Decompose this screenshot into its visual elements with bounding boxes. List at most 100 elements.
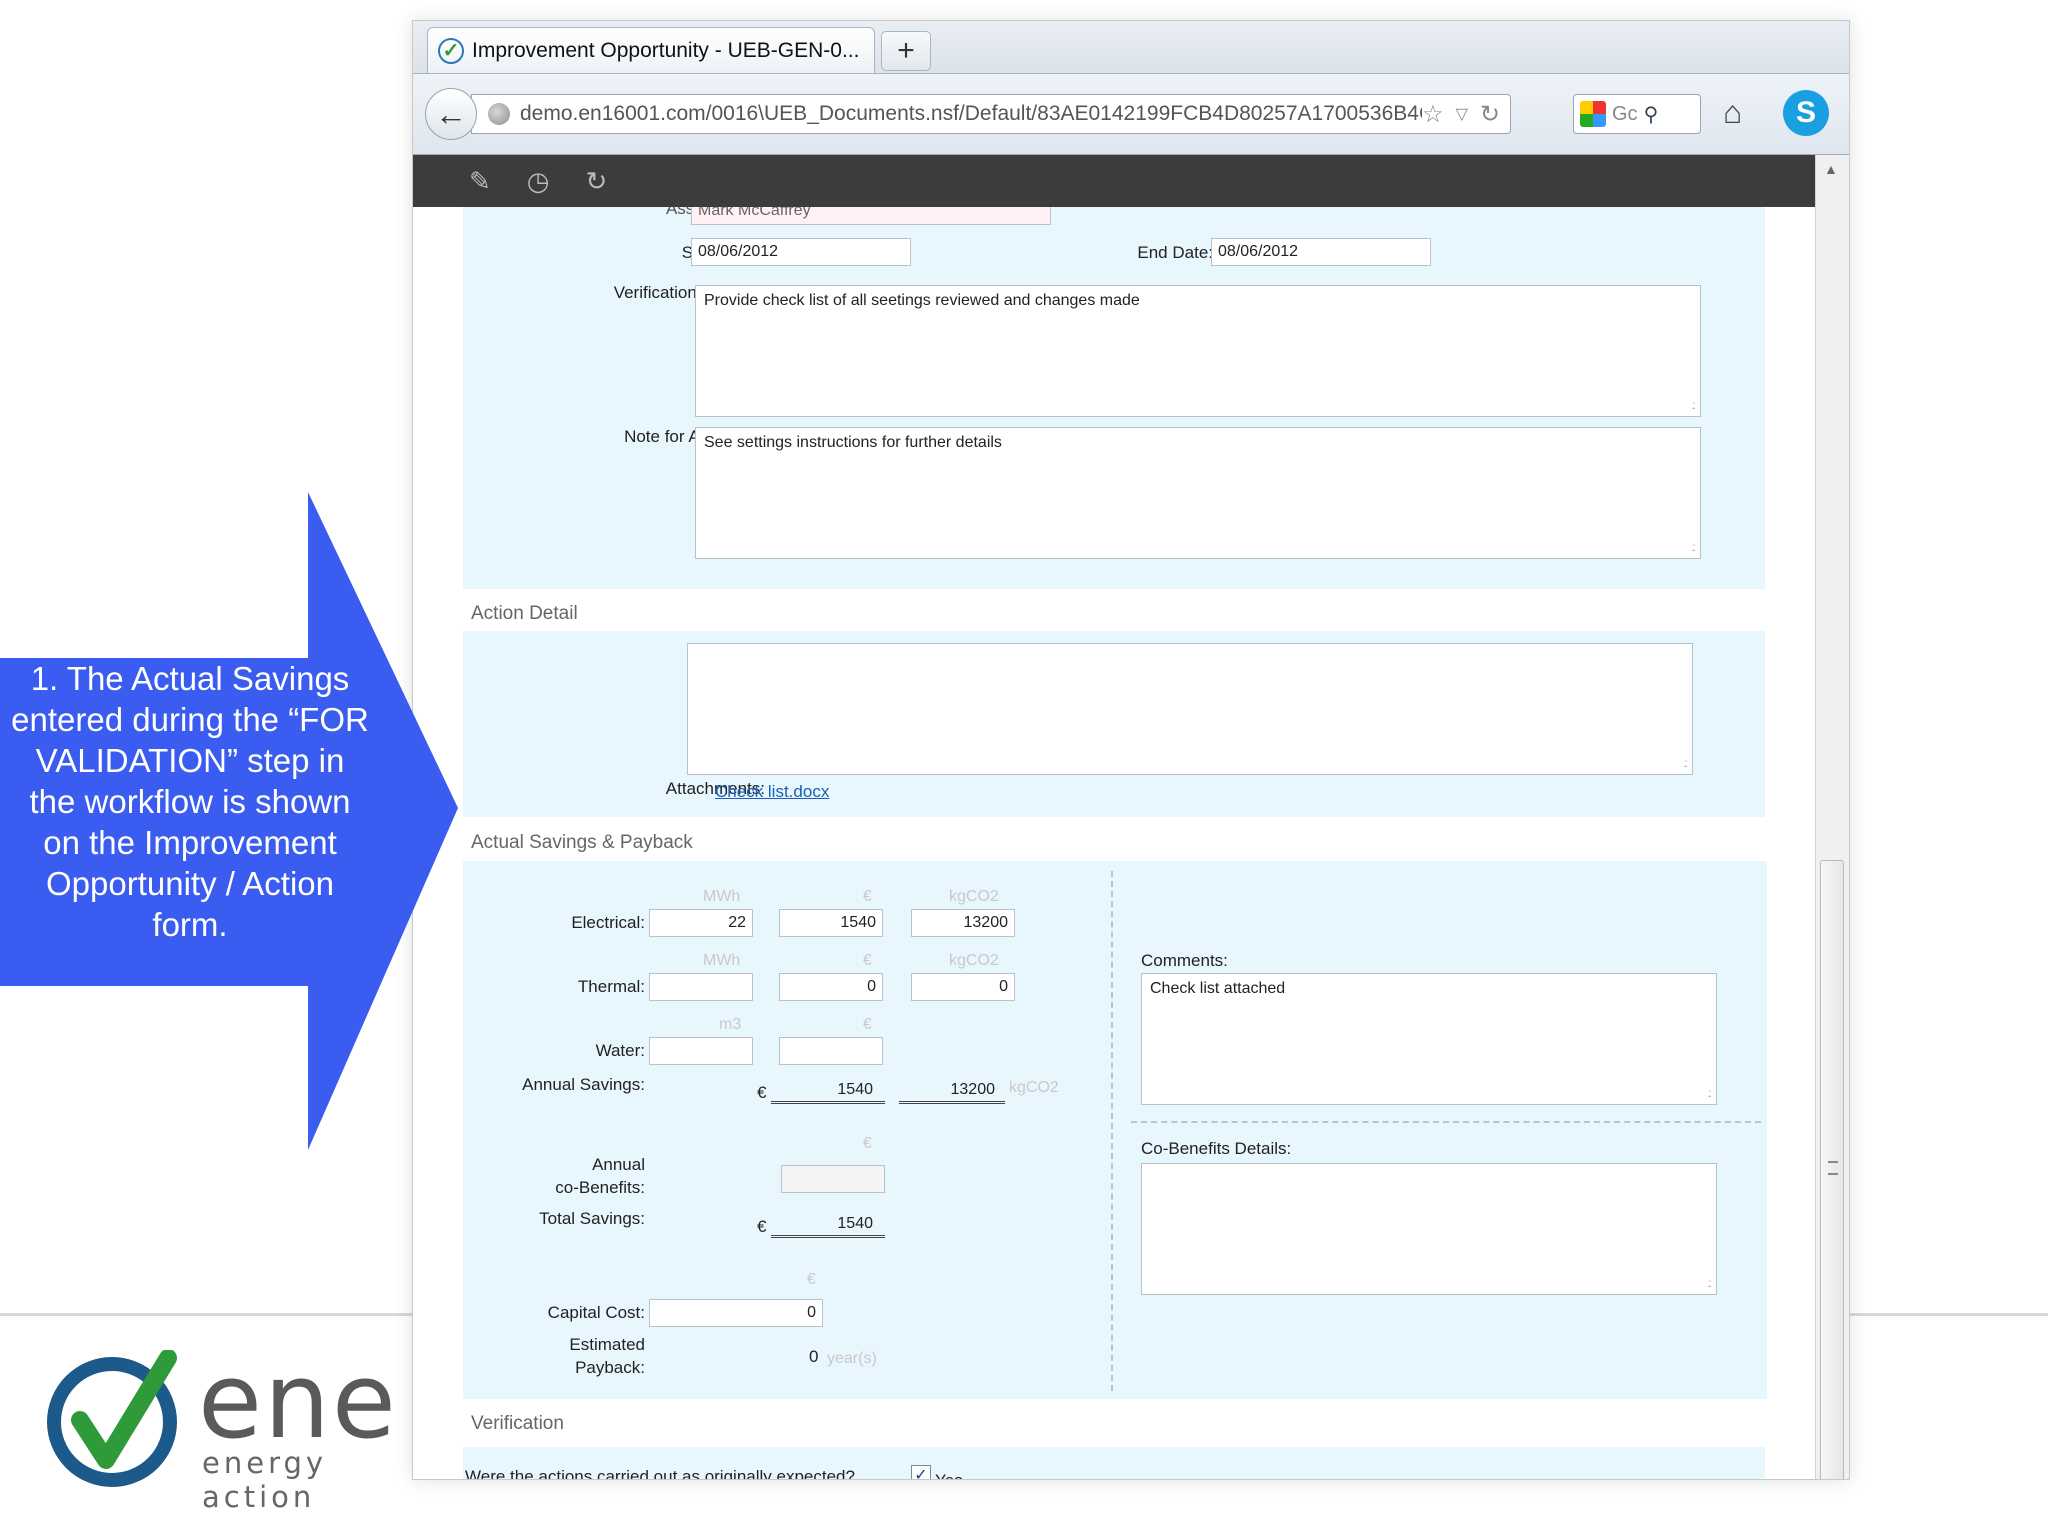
start-date-field[interactable]: 08/06/2012 <box>691 238 911 266</box>
water-m3-field[interactable] <box>649 1037 753 1065</box>
electrical-eur-field[interactable]: 1540 <box>779 909 883 937</box>
kgco2-unit: kgCO2 <box>949 952 999 969</box>
thermal-kgco2-field[interactable]: 0 <box>911 973 1015 1001</box>
verification-answer: Yes <box>935 1471 963 1479</box>
eur-unit: € <box>863 888 872 905</box>
eur-unit: € <box>807 1271 816 1288</box>
annual-cobenefits-label-2: co-Benefits: <box>555 1178 645 1197</box>
attachment-link[interactable]: Check list.docx <box>715 782 829 802</box>
actual-savings-title: Actual Savings & Payback <box>471 832 693 853</box>
assigned-to-field[interactable]: Mark McCaffrey <box>691 207 1051 225</box>
resize-grip-icon[interactable]: .: <box>1691 540 1695 554</box>
vertical-scrollbar[interactable]: ▲ <box>1815 155 1849 1479</box>
annual-cobenefits-label-1: Annual <box>592 1155 645 1174</box>
annual-savings-label: Annual Savings: <box>522 1075 645 1094</box>
callout-text: 1. The Actual Savings entered during the… <box>11 660 369 943</box>
resize-grip-icon[interactable]: .: <box>1683 756 1687 770</box>
m3-unit: m3 <box>719 1016 742 1033</box>
eur-unit: € <box>863 952 872 969</box>
estimated-payback-label-1: Estimated <box>569 1335 645 1354</box>
section-divider <box>1131 1121 1761 1123</box>
resize-grip-icon[interactable]: .: <box>1707 1276 1711 1290</box>
total-savings-currency: € <box>757 1217 767 1236</box>
note-for-assignee-text: See settings instructions for further de… <box>704 434 1002 451</box>
comments-label: Comments: <box>1141 951 1228 970</box>
estimated-payback-value: 0 <box>809 1347 819 1366</box>
electrical-kgco2-field[interactable]: 13200 <box>911 909 1015 937</box>
tab-title: Improvement Opportunity - UEB-GEN-0... <box>472 38 860 62</box>
electrical-mwh-field[interactable]: 22 <box>649 909 753 937</box>
browser-window: ✓ Improvement Opportunity - UEB-GEN-0...… <box>412 20 1850 1480</box>
resize-grip-icon[interactable]: .: <box>1707 1086 1711 1100</box>
estimated-payback-label-2: Payback: <box>575 1358 645 1377</box>
search-icon[interactable]: ⚲ <box>1644 102 1659 127</box>
search-engine-icon[interactable] <box>1580 101 1606 127</box>
back-button[interactable]: ← <box>425 88 477 140</box>
annual-savings-currency: € <box>757 1083 767 1102</box>
edit-pencil-icon[interactable]: ✎ <box>469 166 491 197</box>
details-textarea[interactable]: .: <box>687 643 1693 775</box>
verification-method-textarea[interactable]: Provide check list of all seetings revie… <box>695 285 1701 417</box>
annual-cobenefits-field[interactable] <box>781 1165 885 1193</box>
thermal-mwh-field[interactable] <box>649 973 753 1001</box>
url-text: demo.en16001.com/0016\UEB_Documents.nsf/… <box>520 102 1423 125</box>
navigation-bar: demo.en16001.com/0016\UEB_Documents.nsf/… <box>413 73 1849 155</box>
history-icon[interactable]: ◷ <box>527 166 550 197</box>
home-icon[interactable]: ⌂ <box>1723 94 1742 131</box>
water-eur-field[interactable] <box>779 1037 883 1065</box>
resize-grip-icon[interactable]: .: <box>1691 398 1695 412</box>
scroll-grip-icon <box>1828 1161 1838 1175</box>
mwh-unit: MWh <box>703 888 741 905</box>
end-date-label: End Date: <box>1137 243 1213 262</box>
note-for-assignee-textarea[interactable]: See settings instructions for further de… <box>695 427 1701 559</box>
bookmark-star-icon[interactable]: ☆ <box>1422 100 1444 129</box>
browser-tab[interactable]: ✓ Improvement Opportunity - UEB-GEN-0... <box>427 27 875 73</box>
section-divider <box>1111 871 1113 1391</box>
dropdown-arrow-icon[interactable]: ▽ <box>1456 104 1468 124</box>
refresh-icon[interactable]: ↻ <box>585 166 607 197</box>
check-favicon-icon: ✓ <box>438 37 464 64</box>
mwh-unit: MWh <box>703 952 741 969</box>
thermal-eur-field[interactable]: 0 <box>779 973 883 1001</box>
verification-question: Were the actions carried out as original… <box>465 1467 855 1480</box>
logo-tagline: energy action <box>202 1446 328 1514</box>
globe-icon <box>488 103 510 125</box>
comments-text: Check list attached <box>1150 980 1286 997</box>
thermal-label: Thermal: <box>577 977 645 996</box>
scroll-up-arrow-icon[interactable]: ▲ <box>1824 161 1838 177</box>
water-label: Water: <box>595 1041 645 1060</box>
end-date-field[interactable]: 08/06/2012 <box>1211 238 1431 266</box>
capital-cost-field[interactable]: 0 <box>649 1299 823 1327</box>
verification-title: Verification <box>471 1413 564 1434</box>
action-detail-title: Action Detail <box>471 603 578 624</box>
cobenefits-details-textarea[interactable]: .: <box>1141 1163 1717 1295</box>
kgco2-unit: kgCO2 <box>949 888 999 905</box>
logo-word: ene <box>198 1340 398 1462</box>
company-logo: ene energy action <box>40 1340 420 1514</box>
reload-icon[interactable]: ↻ <box>1480 100 1500 129</box>
total-savings-label: Total Savings: <box>539 1209 645 1228</box>
total-savings-eur: 1540 <box>771 1215 885 1238</box>
annual-savings-eur: 1540 <box>771 1081 885 1104</box>
comments-textarea[interactable]: Check list attached .: <box>1141 973 1717 1105</box>
eur-unit: € <box>863 1016 872 1033</box>
checkmark-logo-icon <box>47 1349 177 1487</box>
slide: ene energy action ✓ Improvement Opportun… <box>0 0 2048 1536</box>
new-tab-button[interactable]: + <box>881 31 931 71</box>
electrical-label: Electrical: <box>571 913 645 932</box>
search-box[interactable]: Gc ⚲ <box>1573 94 1701 134</box>
tab-strip: ✓ Improvement Opportunity - UEB-GEN-0...… <box>413 21 1849 73</box>
verification-yes-checkbox[interactable]: ✓ <box>911 1465 931 1479</box>
skype-icon[interactable]: S <box>1783 90 1829 136</box>
verification-method-text: Provide check list of all seetings revie… <box>704 292 1140 309</box>
eur-unit: € <box>863 1135 872 1152</box>
page-content: Assigned To: Mark McCaffrey Start Date: … <box>413 207 1815 1480</box>
annual-savings-kgco2: 13200 <box>899 1081 1005 1104</box>
kgco2-unit: kgCO2 <box>1009 1079 1059 1096</box>
cobenefits-details-label: Co-Benefits Details: <box>1141 1139 1292 1158</box>
search-placeholder: Gc <box>1612 102 1638 125</box>
years-unit: year(s) <box>827 1350 877 1367</box>
capital-cost-label: Capital Cost: <box>547 1303 645 1322</box>
address-bar[interactable]: demo.en16001.com/0016\UEB_Documents.nsf/… <box>471 94 1511 134</box>
scroll-thumb[interactable] <box>1820 860 1844 1479</box>
